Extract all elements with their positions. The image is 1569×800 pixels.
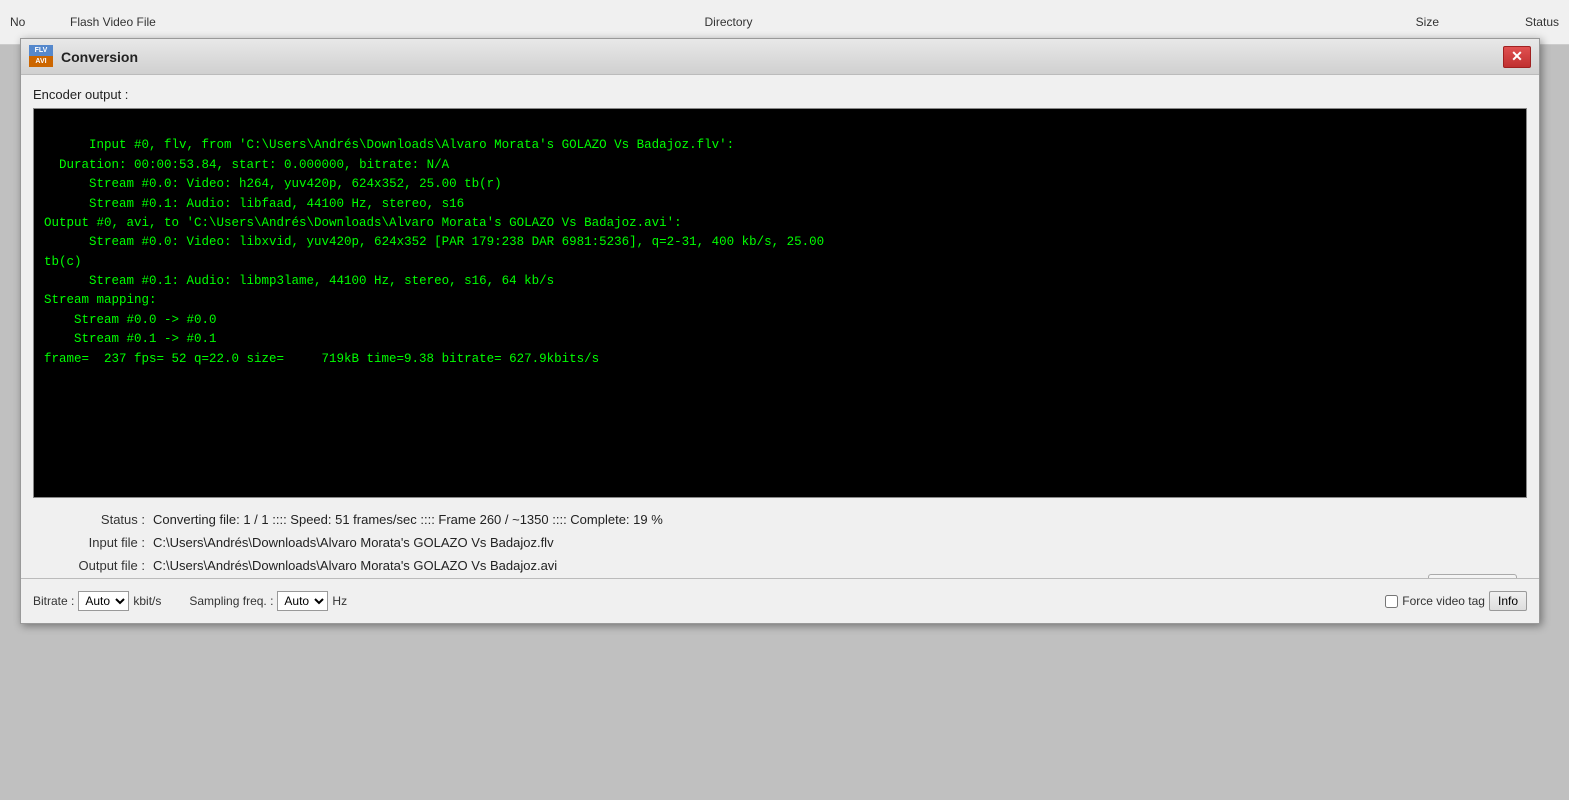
title-bar-left: FLV AVI Conversion	[29, 45, 138, 69]
conversion-dialog: FLV AVI Conversion ✕ Encoder output : In…	[20, 38, 1540, 624]
encoder-output-text: Input #0, flv, from 'C:\Users\Andrés\Dow…	[44, 138, 824, 365]
bitrate-label: Bitrate :	[33, 594, 74, 608]
col-directory: Directory	[705, 15, 1340, 29]
sampling-item: Sampling freq. : Auto Hz	[189, 591, 347, 611]
bitrate-unit: kbit/s	[133, 594, 161, 608]
output-file-label: Output file :	[43, 558, 153, 573]
force-video-tag-checkbox[interactable]	[1385, 595, 1398, 608]
status-value: Converting file: 1 / 1 :::: Speed: 51 fr…	[153, 512, 663, 527]
sampling-label: Sampling freq. :	[189, 594, 273, 608]
status-label: Status :	[43, 512, 153, 527]
info-button[interactable]: Info	[1489, 591, 1527, 611]
close-button[interactable]: ✕	[1503, 46, 1531, 68]
col-no: No	[10, 15, 70, 29]
input-file-label: Input file :	[43, 535, 153, 550]
sampling-unit: Hz	[332, 594, 347, 608]
output-file-value: C:\Users\Andrés\Downloads\Alvaro Morata'…	[153, 558, 557, 573]
col-flash-video: Flash Video File	[70, 15, 705, 29]
output-file-row: Output file : C:\Users\Andrés\Downloads\…	[43, 558, 1412, 573]
bottom-bar: Bitrate : Auto kbit/s Sampling freq. : A…	[21, 578, 1539, 623]
dialog-title: Conversion	[61, 49, 138, 65]
status-row: Status : Converting file: 1 / 1 :::: Spe…	[43, 512, 1412, 527]
col-status: Status	[1439, 15, 1559, 29]
encoder-output-label: Encoder output :	[33, 87, 1527, 102]
sampling-select[interactable]: Auto	[277, 591, 328, 611]
encoder-output-terminal: Input #0, flv, from 'C:\Users\Andrés\Dow…	[33, 108, 1527, 498]
title-bar: FLV AVI Conversion ✕	[21, 39, 1539, 75]
bitrate-select[interactable]: Auto	[78, 591, 129, 611]
col-size: Size	[1339, 15, 1439, 29]
input-file-value: C:\Users\Andrés\Downloads\Alvaro Morata'…	[153, 535, 554, 550]
force-video-tag-label: Force video tag	[1402, 594, 1485, 608]
bitrate-item: Bitrate : Auto kbit/s	[33, 591, 161, 611]
input-file-row: Input file : C:\Users\Andrés\Downloads\A…	[43, 535, 1412, 550]
force-video-tag-group: Force video tag Info	[1385, 591, 1527, 611]
flv-avi-icon: FLV AVI	[29, 45, 53, 69]
dialog-content: Encoder output : Input #0, flv, from 'C:…	[21, 75, 1539, 623]
